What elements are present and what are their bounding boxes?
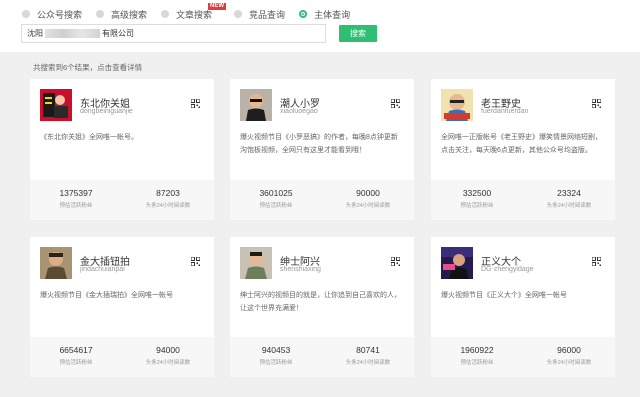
radio-dot [22,10,30,18]
account-card[interactable]: 绅士阿兴 shenshiaxing 绅士阿兴的视频目的就是，让你追到自己喜欢的人… [230,237,414,377]
fans-count: 1960922 [460,345,494,355]
account-description: 爆火视频节目《正义大个》全网唯一帐号 [441,292,567,299]
radio-competitor-query[interactable]: 竞品查询 [234,8,285,21]
reads-count: 87203 [156,188,180,198]
new-badge: NEW [208,2,227,10]
query-prefix: 沈阳 [27,29,43,38]
qr-code-icon[interactable] [391,99,400,108]
stats-bar: 1375397 预估活跃粉丝 87203 头条24小时阅读数 [30,180,214,220]
stat-fans: 940453 预估活跃粉丝 [230,345,322,366]
avatar [441,247,473,279]
account-description: 《东北你关姐》全网唯一帐号。 [40,134,138,141]
account-card[interactable]: 潮人小罗 xiaoluoegao 爆火视频节目《小罗恶搞》的作者，每晚8点钟更新… [230,79,414,220]
stat-reads: 80741 头条24小时阅读数 [322,345,414,366]
reads-label: 头条24小时阅读数 [546,203,592,209]
result-summary: 共搜索到6个结果，点击查看详情 [33,63,143,72]
stats-bar: 332500 预估活跃粉丝 23324 头条24小时阅读数 [431,180,615,220]
stats-bar: 6654617 预估活跃粉丝 94000 头条24小时阅读数 [30,337,214,377]
stats-bar: 3601025 预估活跃粉丝 90000 头条24小时阅读数 [230,180,414,220]
qr-code-icon[interactable] [592,99,601,108]
account-description: 绅士阿兴的视频目的就是，让你追到自己喜欢的人，让这个世界充满爱！ [240,292,401,312]
account-description: 全网唯一正版帐号《老王野史》爆笑情景网络短剧，点击关注，每天晚6点更新，其他公众… [441,134,602,154]
account-card[interactable]: 老王野史 fuerdanfuerdan 全网唯一正版帐号《老王野史》爆笑情景网络… [431,79,615,220]
fans-label: 预估活跃粉丝 [59,203,93,209]
radio-article-search[interactable]: 文章搜索 NEW [161,2,227,21]
account-description: 爆火视频节目《小罗恶搞》的作者，每晚8点钟更新沟饱板视频，全网只有这里才能看到哦… [240,134,398,154]
fans-count: 1375397 [59,188,93,198]
search-button[interactable]: 搜索 [339,25,377,42]
fans-count: 3601025 [259,188,293,198]
reads-count: 90000 [356,188,380,198]
reads-count: 80741 [356,345,380,355]
fans-label: 预估活跃粉丝 [259,360,293,366]
avatar [441,89,473,121]
qr-code-icon[interactable] [592,257,601,266]
search-input[interactable]: 沈阳 有限公司 [21,24,326,43]
reads-count: 23324 [557,188,581,198]
qr-code-icon[interactable] [391,257,400,266]
account-card[interactable]: 金大插钮拍 jindachuianpai 爆火视频节目《金大插瑞拍》全网唯一帐号… [30,237,214,377]
fans-count: 6654617 [59,345,93,355]
radio-entity-query[interactable]: 主体查询 [299,8,350,21]
reads-count: 96000 [557,345,581,355]
radio-public-account-search[interactable]: 公众号搜索 [22,8,82,21]
stat-fans: 1375397 预估活跃粉丝 [30,188,122,209]
radio-label: 高级搜索 [111,9,148,20]
account-id: xiaoluoegao [280,108,318,115]
account-description: 爆火视频节目《金大插瑞拍》全网唯一帐号 [40,292,173,299]
stat-reads: 23324 头条24小时阅读数 [523,188,615,209]
stat-reads: 87203 头条24小时阅读数 [122,188,214,209]
radio-dot [161,10,170,18]
reads-label: 头条24小时阅读数 [546,360,592,366]
fans-label: 预估活跃粉丝 [460,203,494,209]
account-id: dongbeiniguanjie [80,108,133,115]
radio-label: 公众号搜索 [37,9,83,20]
qr-code-icon[interactable] [191,257,200,266]
reads-label: 头条24小时阅读数 [145,203,191,209]
reads-count: 94000 [156,345,180,355]
fans-label: 预估活跃粉丝 [460,360,494,366]
account-id: shenshiaxing [280,266,321,273]
fans-count: 940453 [261,345,291,355]
radio-label: 竞品查询 [249,9,286,20]
stats-bar: 940453 预估活跃粉丝 80741 头条24小时阅读数 [230,337,414,377]
reads-label: 头条24小时阅读数 [145,360,191,366]
account-id: jindachuianpai [80,266,125,273]
reads-label: 头条24小时阅读数 [345,360,391,366]
stat-reads: 94000 头条24小时阅读数 [122,345,214,366]
radio-label: 主体查询 [314,9,351,20]
radio-dot-selected [299,10,308,18]
avatar [40,247,72,279]
stat-fans: 6654617 预估活跃粉丝 [30,345,122,366]
avatar [240,89,272,121]
qr-code-icon[interactable] [191,99,200,108]
radio-advanced-search[interactable]: 高级搜索 [96,8,147,21]
fans-label: 预估活跃粉丝 [59,360,93,366]
search-type-radio-group: 公众号搜索 高级搜索 文章搜索 NEW 竞品查询 主体查询 [22,2,364,21]
account-card[interactable]: 正义大个 DG-zhengyidage 爆火视频节目《正义大个》全网唯一帐号 1… [431,237,615,377]
stat-fans: 332500 预估活跃粉丝 [431,188,523,209]
avatar [40,89,72,121]
fans-label: 预估活跃粉丝 [259,203,293,209]
stats-bar: 1960922 预估活跃粉丝 96000 头条24小时阅读数 [431,337,615,377]
search-header: 公众号搜索 高级搜索 文章搜索 NEW 竞品查询 主体查询 沈阳 有限公司 搜索 [0,0,640,52]
stat-reads: 96000 头条24小时阅读数 [523,345,615,366]
stat-fans: 3601025 预估活跃粉丝 [230,188,322,209]
avatar [240,247,272,279]
reads-label: 头条24小时阅读数 [345,203,391,209]
account-id: fuerdanfuerdan [481,108,529,115]
account-card[interactable]: 东北你关姐 dongbeiniguanjie 《东北你关姐》全网唯一帐号。 13… [30,79,214,220]
stat-reads: 90000 头条24小时阅读数 [322,188,414,209]
query-suffix: 有限公司 [102,29,134,38]
fans-count: 332500 [462,188,492,198]
stat-fans: 1960922 预估活跃粉丝 [431,345,523,366]
redacted-text [45,29,100,38]
radio-dot [96,10,105,18]
radio-dot [234,10,243,18]
account-id: DG-zhengyidage [481,266,534,273]
radio-label: 文章搜索 [176,9,213,20]
